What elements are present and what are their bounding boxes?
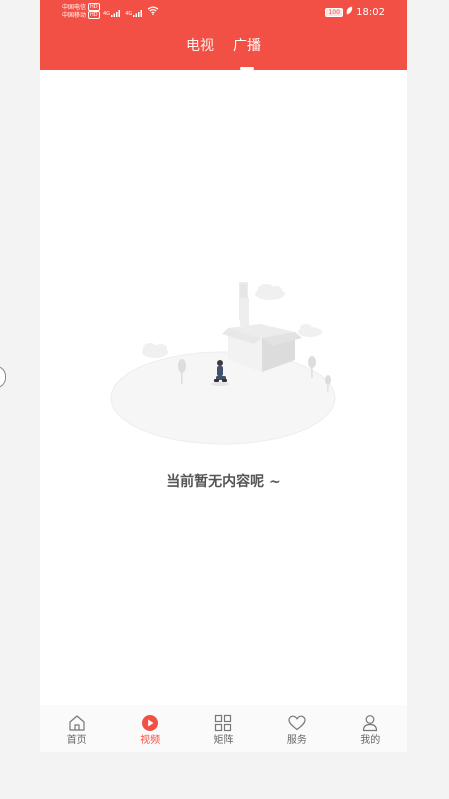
nav-label-service: 服务 xyxy=(286,735,307,746)
nav-item-service[interactable]: 服务 xyxy=(268,705,326,747)
network-type-1: 4G xyxy=(103,11,111,17)
signal-indicators: 4G 4G xyxy=(103,6,159,17)
wifi-icon xyxy=(147,6,159,17)
floating-side-handle[interactable] xyxy=(0,366,6,388)
empty-state-message: 当前暂无内容呢 ~ xyxy=(166,474,281,490)
tab-radio[interactable]: 广播 xyxy=(233,36,261,56)
battery-icon: 100 xyxy=(325,8,344,17)
heart-icon xyxy=(288,715,306,731)
carrier-name-2: 中国移动 xyxy=(62,11,87,19)
app-screen: 中国电信 HD 中国移动 HD 4G 4G 100 18:02 电视 广播 当前… xyxy=(40,0,407,752)
top-header: 中国电信 HD 中国移动 HD 4G 4G 100 18:02 电视 广播 xyxy=(40,0,407,70)
leaf-icon xyxy=(346,6,353,19)
status-right: 100 18:02 xyxy=(325,6,385,19)
status-bar: 中国电信 HD 中国移动 HD 4G 4G 100 18:02 xyxy=(40,0,407,26)
signal-icon: 4G xyxy=(125,9,143,17)
empty-state-illustration xyxy=(110,282,336,445)
nav-item-matrix[interactable]: 矩阵 xyxy=(194,705,252,747)
nav-item-video[interactable]: 视频 xyxy=(121,705,179,747)
nav-label-video: 视频 xyxy=(140,735,161,746)
hd-badge-2: HD xyxy=(88,11,100,19)
carrier-name-1: 中国电信 xyxy=(62,3,87,11)
play-icon xyxy=(142,715,159,731)
nav-label-mine: 我的 xyxy=(360,735,381,746)
home-icon xyxy=(69,715,85,731)
nav-item-home[interactable]: 首页 xyxy=(48,705,106,747)
nav-label-home: 首页 xyxy=(66,735,87,746)
grid-icon xyxy=(215,714,232,732)
tab-tv[interactable]: 电视 xyxy=(186,36,214,56)
bottom-tab-bar: 首页 视频 矩阵 服务 我的 xyxy=(40,705,407,752)
user-icon xyxy=(363,715,378,732)
channel-tabs: 电视 广播 xyxy=(40,36,407,56)
nav-label-matrix: 矩阵 xyxy=(213,735,234,746)
signal-icon: 4G xyxy=(103,9,121,17)
hd-badge-1: HD xyxy=(88,3,100,11)
network-type-2: 4G xyxy=(125,11,133,17)
carrier-info: 中国电信 HD 中国移动 HD xyxy=(62,3,100,19)
status-time: 18:02 xyxy=(356,6,385,18)
nav-item-mine[interactable]: 我的 xyxy=(341,705,399,747)
